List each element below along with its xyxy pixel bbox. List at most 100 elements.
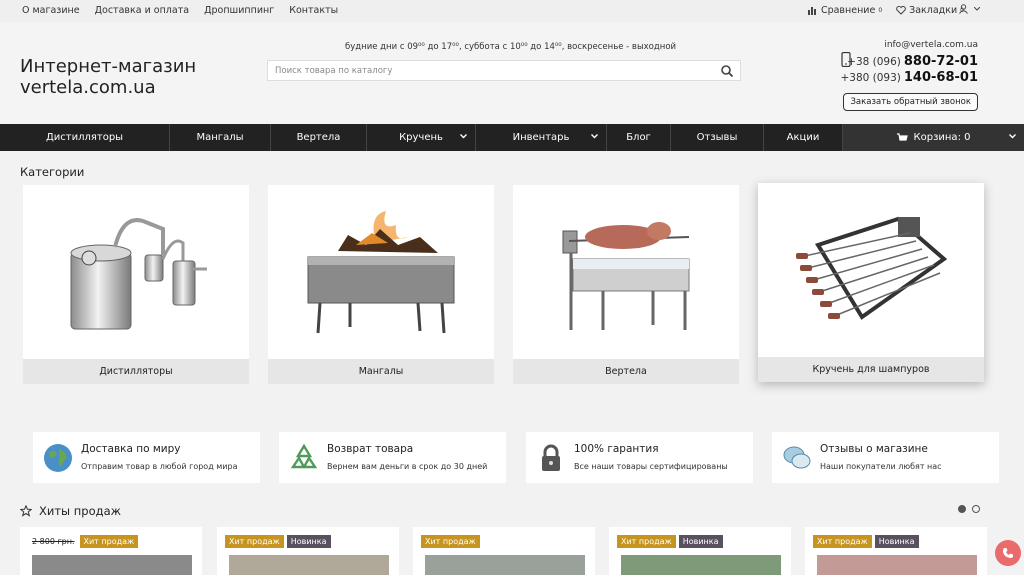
top-link-dropshipping[interactable]: Дропшиппинг <box>204 5 274 16</box>
nav-item-promotions[interactable]: Акции <box>764 124 843 151</box>
nav-label: Акции <box>786 132 820 143</box>
product-image <box>425 555 585 575</box>
category-label: Вертела <box>513 359 739 384</box>
category-card-distillers[interactable]: Дистилляторы <box>23 185 249 384</box>
top-link-delivery[interactable]: Доставка и оплата <box>95 5 189 16</box>
logo[interactable]: Интернет-магазин vertela.com.ua <box>20 56 196 98</box>
nav-label: Кручень <box>399 132 443 143</box>
nav-item-inventory[interactable]: Инвентарь <box>476 124 607 151</box>
top-bar: О магазине Доставка и оплата Дропшиппинг… <box>0 0 1024 22</box>
product-badges: Хит продаж Новинка <box>813 535 919 548</box>
badge-hit: Хит продаж <box>79 535 139 548</box>
hits-title: Хиты продаж <box>39 504 121 518</box>
nav-label: Мангалы <box>196 132 244 143</box>
chat-icon <box>783 446 811 469</box>
email-link[interactable]: info@vertela.com.ua <box>840 40 978 50</box>
badge-hit: Хит продаж <box>617 535 676 548</box>
phone-1[interactable]: +38 (096) 880-72-01 <box>840 54 978 69</box>
product-image <box>621 555 781 575</box>
logo-line2: vertela.com.ua <box>20 77 156 98</box>
account-menu[interactable] <box>959 4 980 14</box>
cart-icon <box>896 133 908 141</box>
bookmarks-link[interactable]: Закладки 0 <box>896 5 964 16</box>
product-badges: 2 800 грн. Хит продаж <box>30 535 139 548</box>
carousel-dot-2[interactable] <box>972 505 980 513</box>
search-input[interactable]: Поиск товара по каталогу <box>275 66 392 76</box>
category-card-grills[interactable]: Мангалы <box>268 185 494 384</box>
bookmarks-label: Закладки <box>909 5 958 16</box>
product-card[interactable]: Хит продаж Новинка <box>805 527 987 575</box>
product-badges: Хит продаж Новинка <box>617 535 723 548</box>
product-image <box>229 555 389 575</box>
chevron-down-icon <box>460 134 467 139</box>
feature-guarantee: 100% гарантия Все наши товары сертифицир… <box>526 432 753 483</box>
feature-reviews: Отзывы о магазине Наши покупатели любят … <box>772 432 999 483</box>
nav-item-blog[interactable]: Блог <box>607 124 671 151</box>
product-card[interactable]: 2 800 грн. Хит продаж <box>20 527 202 575</box>
badge-new: Новинка <box>286 535 331 548</box>
phone-2[interactable]: +380 (093) 140-68-01 <box>840 70 978 85</box>
search-icon[interactable] <box>720 64 734 78</box>
compare-count: 0 <box>878 7 883 14</box>
cart-label: Корзина: 0 <box>913 132 971 143</box>
badge-new: Новинка <box>678 535 723 548</box>
nav-item-distillers[interactable]: Дистилляторы <box>0 124 170 151</box>
grill-image <box>307 211 455 334</box>
badge-new: Новинка <box>874 535 919 548</box>
feature-subtitle: Все наши товары сертифицированы <box>574 462 728 471</box>
chevron-down-icon <box>591 134 598 139</box>
badge-hit: Хит продаж <box>813 535 872 548</box>
product-card[interactable]: Хит продаж Новинка <box>217 527 399 575</box>
chevron-down-icon <box>974 7 980 11</box>
user-icon <box>959 4 968 14</box>
badge-hit: Хит продаж <box>225 535 284 548</box>
phone-callback-button[interactable] <box>995 540 1021 566</box>
contacts-block: info@vertela.com.ua +38 (096) 880-72-01 +… <box>840 40 978 85</box>
top-link-about[interactable]: О магазине <box>22 5 80 16</box>
main-nav: Дистилляторы Мангалы Вертела Кручень Инв… <box>0 124 1024 151</box>
search-box[interactable]: Поиск товара по каталогу <box>267 60 741 81</box>
phone-1-code: +38 (096) <box>847 56 901 68</box>
category-card-kruchen[interactable]: Кручень для шампуров <box>758 183 984 382</box>
phone-2-code: +380 (093) <box>840 72 901 84</box>
nav-item-kruchen[interactable]: Кручень <box>367 124 476 151</box>
old-price: 2 800 грн. <box>32 537 75 546</box>
feature-returns: Возврат товара Вернем вам деньги в срок … <box>279 432 506 483</box>
feature-subtitle: Вернем вам деньги в срок до 30 дней <box>327 462 488 471</box>
nav-item-reviews[interactable]: Отзывы <box>671 124 764 151</box>
nav-label: Отзывы <box>696 132 738 143</box>
nav-item-spits[interactable]: Вертела <box>271 124 367 151</box>
hits-title-row: Хиты продаж <box>20 504 121 518</box>
working-hours: будние дни с 09⁰⁰ до 17⁰⁰, суббота с 10⁰… <box>345 42 677 52</box>
product-card[interactable]: Хит продаж <box>413 527 595 575</box>
feature-title: Отзывы о магазине <box>820 443 928 455</box>
feature-subtitle: Наши покупатели любят нас <box>820 462 942 471</box>
top-link-contacts[interactable]: Контакты <box>289 5 338 16</box>
product-badges: Хит продаж Новинка <box>225 535 331 548</box>
star-icon <box>20 505 32 517</box>
feature-title: Возврат товара <box>327 443 414 455</box>
product-card[interactable]: Хит продаж Новинка <box>609 527 791 575</box>
category-label: Дистилляторы <box>23 359 249 384</box>
globe-icon <box>44 444 72 472</box>
feature-title: 100% гарантия <box>574 443 659 455</box>
category-label: Мангалы <box>268 359 494 384</box>
cart-button[interactable]: Корзина: 0 <box>843 124 1024 151</box>
feature-title: Доставка по миру <box>81 443 181 455</box>
carousel-dots <box>958 505 980 513</box>
feature-delivery: Доставка по миру Отправим товар в любой … <box>33 432 260 483</box>
compare-link[interactable]: Сравнение 0 <box>807 5 883 16</box>
recycle-icon <box>290 443 318 469</box>
nav-label: Дистилляторы <box>45 132 124 143</box>
callback-button[interactable]: Заказать обратный звонок <box>843 93 978 111</box>
carousel-dot-1[interactable] <box>958 505 966 513</box>
phone-2-number: 140-68-01 <box>903 70 978 85</box>
header: Интернет-магазин vertela.com.ua будние д… <box>0 22 1024 124</box>
heart-icon <box>896 6 906 15</box>
category-card-spits[interactable]: Вертела <box>513 185 739 384</box>
top-actions: Сравнение 0 Закладки 0 <box>807 5 964 16</box>
feature-subtitle: Отправим товар в любой город мира <box>81 462 238 471</box>
logo-line1: Интернет-магазин <box>20 56 197 77</box>
product-badges: Хит продаж <box>421 535 480 548</box>
nav-item-grills[interactable]: Мангалы <box>170 124 271 151</box>
